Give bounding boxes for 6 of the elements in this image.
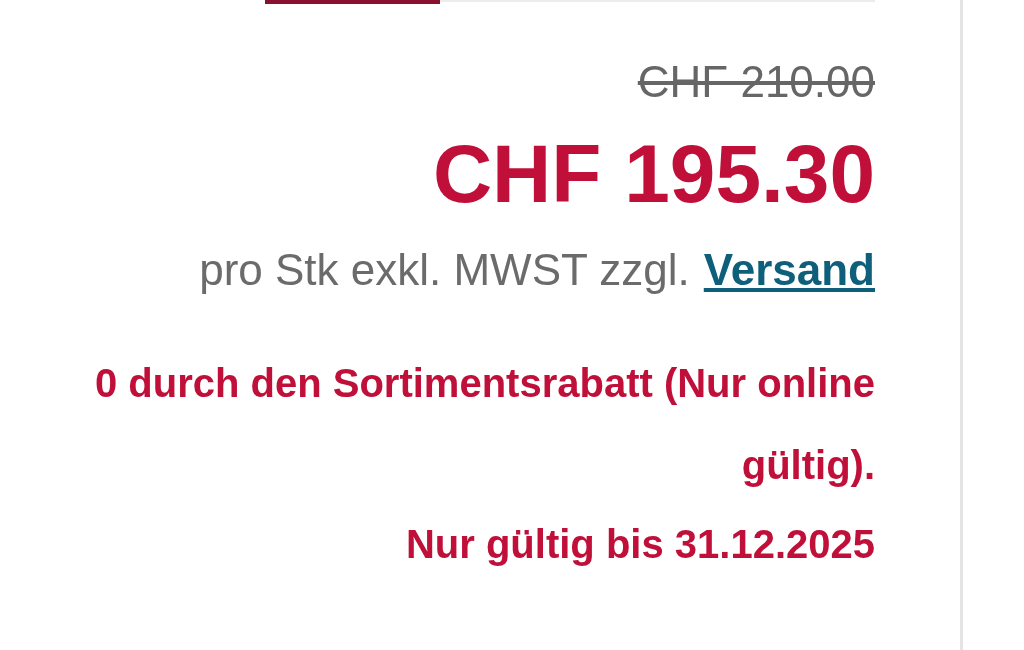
shipping-link[interactable]: Versand	[703, 242, 875, 298]
price-note: pro Stk exkl. MWST zzgl.	[199, 244, 690, 296]
old-price: CHF 210.00	[637, 56, 875, 108]
discount-message: 0 durch den Sortimentsrabatt (Nur online gültig).	[93, 360, 875, 489]
validity-note: Nur gültig bis 31.12.2025	[405, 521, 875, 568]
current-price: CHF 195.30	[432, 128, 875, 220]
